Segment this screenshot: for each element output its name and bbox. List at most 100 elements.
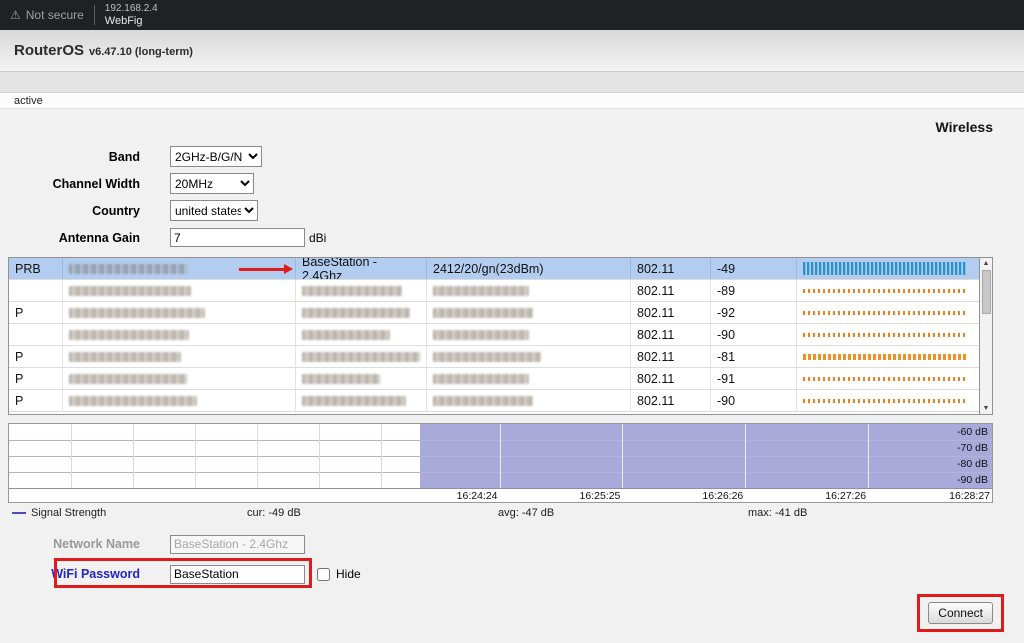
browser-chrome: ⚠ Not secure 192.168.2.4 WebFig <box>0 0 1024 30</box>
warning-icon: ⚠ <box>10 8 21 22</box>
channel-width-select[interactable]: 20MHz <box>170 173 254 194</box>
country-row: Country united states3 <box>0 197 1024 224</box>
signal-bar-orange <box>803 354 966 360</box>
scan-row[interactable]: P 802.11 -81 <box>9 346 979 368</box>
legend-line-swatch <box>12 512 26 514</box>
redacted-channel <box>433 330 529 340</box>
band-row: Band 2GHz-B/G/N <box>0 143 1024 170</box>
bookmark-webfig[interactable]: WebFig <box>105 15 158 28</box>
antenna-gain-row: Antenna Gain dBi <box>0 224 1024 251</box>
routeros-version: v6.47.10 (long-term) <box>89 43 193 58</box>
band-label: Band <box>0 150 140 164</box>
status-active-text: active <box>14 95 43 107</box>
cell-flags <box>9 324 63 345</box>
cell-signal: -89 <box>711 280 797 301</box>
chart-legend: Signal Strength cur: -49 dB avg: -47 dB … <box>0 507 1024 523</box>
y-tick--60db: -60 dB <box>957 425 988 439</box>
cell-address <box>63 258 296 279</box>
cell-signal-bar <box>797 346 979 367</box>
signal-bar-blue <box>803 262 966 275</box>
channel-width-label: Channel Width <box>0 177 140 191</box>
cell-flags: P <box>9 390 63 411</box>
channel-width-row: Channel Width 20MHz <box>0 170 1024 197</box>
cell-signal-bar <box>797 258 979 279</box>
wifi-password-label: WiFi Password <box>0 567 140 581</box>
cell-ssid: BaseStation - 2.4Ghz <box>296 258 427 279</box>
cell-signal-bar <box>797 390 979 411</box>
scrollbar-down-icon[interactable]: ▼ <box>983 404 990 413</box>
cell-flags: PRB <box>9 258 63 279</box>
connect-button[interactable]: Connect <box>928 602 993 624</box>
signal-bar-orange <box>803 333 966 337</box>
cell-address <box>63 346 296 367</box>
antenna-gain-label: Antenna Gain <box>0 231 140 245</box>
cell-standard: 802.11 <box>631 258 711 279</box>
cell-channel: 2412/20/gn(23dBm) <box>427 258 631 279</box>
legend-series: Signal Strength <box>12 507 106 519</box>
redacted-ssid <box>302 330 390 340</box>
redacted-channel <box>433 352 541 362</box>
cell-standard: 802.11 <box>631 368 711 389</box>
cell-channel <box>427 390 631 411</box>
redacted-channel <box>433 286 529 296</box>
table-scrollbar[interactable]: ▲ ▼ <box>979 258 992 414</box>
cell-channel <box>427 302 631 323</box>
network-name-row: Network Name <box>0 533 1024 555</box>
page-title: Wireless <box>0 109 1024 137</box>
cell-flags: P <box>9 368 63 389</box>
cell-signal-bar <box>797 302 979 323</box>
cell-standard: 802.11 <box>631 324 711 345</box>
scan-row[interactable]: P 802.11 -92 <box>9 302 979 324</box>
cell-signal: -90 <box>711 324 797 345</box>
country-label: Country <box>0 204 140 218</box>
cell-channel <box>427 368 631 389</box>
cell-standard: 802.11 <box>631 390 711 411</box>
routeros-header: RouterOS v6.47.10 (long-term) <box>0 30 1024 72</box>
scan-row-selected[interactable]: PRB BaseStation - 2.4Ghz 2412/20/gn(23dB… <box>9 258 979 280</box>
cell-ssid <box>296 280 427 301</box>
status-strip: active <box>0 92 1024 109</box>
antenna-gain-input[interactable] <box>170 228 305 247</box>
cell-ssid <box>296 346 427 367</box>
cell-signal: -91 <box>711 368 797 389</box>
redacted-mac-address <box>69 286 191 296</box>
cell-ssid <box>296 390 427 411</box>
legend-max: max: -41 dB <box>748 507 807 519</box>
signal-strength-chart: -60 dB -70 dB -80 dB -90 dB 16:24:24 16:… <box>8 423 993 503</box>
scan-row[interactable]: 802.11 -90 <box>9 324 979 346</box>
cell-address <box>63 280 296 301</box>
wifi-password-row: WiFi Password Hide <box>0 562 1024 586</box>
signal-bar-orange <box>803 289 966 293</box>
redacted-channel <box>433 308 533 318</box>
scan-row[interactable]: 802.11 -89 <box>9 280 979 302</box>
address-bar-url[interactable]: 192.168.2.4 <box>105 2 158 15</box>
cell-ssid <box>296 368 427 389</box>
hide-password-checkbox[interactable] <box>317 568 330 581</box>
antenna-gain-unit: dBi <box>309 231 326 245</box>
country-select[interactable]: united states3 <box>170 200 258 221</box>
redacted-mac-address <box>69 308 205 318</box>
scan-results-table: PRB BaseStation - 2.4Ghz 2412/20/gn(23dB… <box>8 257 993 415</box>
cell-channel <box>427 324 631 345</box>
address-bar-divider <box>94 5 95 25</box>
redacted-ssid <box>302 308 410 318</box>
signal-bar-orange <box>803 311 966 315</box>
cell-address <box>63 302 296 323</box>
band-select[interactable]: 2GHz-B/G/N <box>170 146 262 167</box>
scan-row[interactable]: P 802.11 -90 <box>9 390 979 412</box>
redacted-mac-address <box>69 330 189 340</box>
scan-row[interactable]: P 802.11 -91 <box>9 368 979 390</box>
wifi-password-input[interactable] <box>170 565 305 584</box>
redacted-channel <box>433 396 533 406</box>
cell-standard: 802.11 <box>631 346 711 367</box>
redacted-ssid <box>302 396 406 406</box>
cell-signal: -49 <box>711 258 797 279</box>
redacted-mac-address <box>69 264 187 274</box>
scrollbar-thumb[interactable] <box>982 270 991 314</box>
x-tick-5: 16:28:27 <box>9 490 992 502</box>
scrollbar-up-icon[interactable]: ▲ <box>983 259 990 268</box>
y-tick--90db: -90 dB <box>957 473 988 487</box>
cell-signal: -92 <box>711 302 797 323</box>
cell-signal-bar <box>797 280 979 301</box>
legend-cur: cur: -49 dB <box>247 507 301 519</box>
